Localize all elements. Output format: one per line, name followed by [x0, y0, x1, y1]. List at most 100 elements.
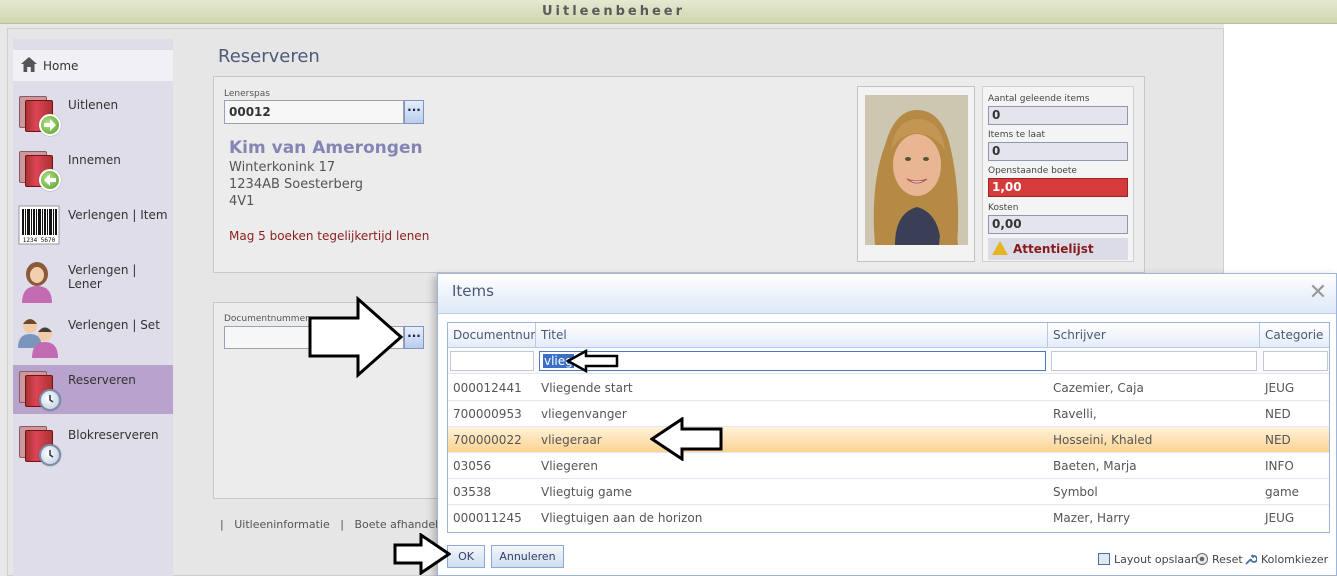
column-header-titel[interactable]: Titel — [536, 323, 1048, 348]
cell-documentnummer: 700000953 — [453, 407, 522, 421]
link-separator: | — [220, 518, 224, 531]
lener-address-line1: Winterkonink 17 — [229, 160, 336, 175]
table-row[interactable]: 03056 Vliegeren Baeten, Marja INFO — [448, 453, 1329, 479]
barcode-digits: 1234 5670 — [23, 237, 56, 244]
cell-documentnummer: 700000022 — [453, 433, 522, 447]
barcode-icon: 1234 5670 — [17, 204, 61, 246]
sidebar-item-label: Home — [43, 59, 79, 73]
cell-categorie: NED — [1265, 407, 1291, 421]
sidebar-item-verlengen-lener[interactable]: Verlengen | Lener — [13, 255, 173, 304]
lener-loan-note: Mag 5 boeken tegelijkertijd lenen — [229, 229, 430, 243]
sidebar-item-innemen[interactable]: Innemen — [13, 145, 173, 194]
annotation-arrow-right-icon — [308, 296, 404, 378]
book-clock-icon — [17, 424, 61, 466]
sidebar-item-reserveren[interactable]: Reserveren — [13, 365, 173, 414]
app-title-bar: Uitleenbeheer — [0, 0, 1337, 24]
sidebar-item-label: Reserveren — [68, 373, 136, 387]
cell-categorie: INFO — [1265, 459, 1294, 473]
sidebar-item-uitlenen[interactable]: Uitlenen — [13, 90, 173, 139]
sidebar-item-blokreserveren[interactable]: Blokreserveren — [13, 420, 173, 469]
items-dialog: Items ✕ Documentnummer Titel Schrijver C… — [437, 273, 1337, 576]
cell-categorie: game — [1265, 485, 1300, 499]
sidebar-item-label: Uitlenen — [68, 98, 119, 112]
cell-titel: Vliegtuigen aan de horizon — [541, 511, 703, 525]
cell-schrijver: Baeten, Marja — [1053, 459, 1137, 473]
app-title: Uitleenbeheer — [542, 4, 685, 19]
cell-documentnummer: 000012441 — [453, 381, 522, 395]
reset-button[interactable]: Reset — [1196, 553, 1243, 566]
openstaande-boete-value: 1,00 — [988, 178, 1128, 197]
sidebar-item-label: Verlengen | Lener — [68, 263, 137, 291]
close-icon[interactable]: ✕ — [1308, 282, 1328, 304]
uitleeninformatie-link[interactable]: Uitleeninformatie — [234, 518, 330, 531]
annuleren-button[interactable]: Annuleren — [491, 545, 564, 568]
layout-opslaan-label: Layout opslaan — [1114, 553, 1198, 566]
items-te-laat-value: 0 — [988, 142, 1128, 161]
annotation-arrow-left-icon — [566, 349, 619, 373]
cell-schrijver: Mazer, Harry — [1053, 511, 1131, 525]
ok-button[interactable]: OK — [447, 545, 485, 568]
items-te-laat-label: Items te laat — [988, 130, 1046, 140]
person-icon — [17, 259, 61, 303]
home-icon — [21, 57, 37, 72]
cell-categorie: JEUG — [1265, 511, 1295, 525]
filter-categorie-input[interactable] — [1263, 351, 1328, 371]
kolomkiezer-button[interactable]: Kolomkiezer — [1245, 553, 1328, 566]
aantal-geleend-label: Aantal geleende items — [988, 94, 1090, 104]
lener-address-line2: 1234AB Soesterberg — [229, 177, 364, 192]
table-row[interactable]: 700000953 vliegenvanger Ravelli, NED — [448, 401, 1329, 427]
grid-header: Documentnummer Titel Schrijver Categorie — [448, 323, 1329, 348]
aantal-geleend-value: 0 — [988, 106, 1128, 125]
sidebar-item-label: Innemen — [68, 153, 121, 167]
cell-categorie: JEUG — [1265, 381, 1295, 395]
sidebar-item-verlengen-set[interactable]: Verlengen | Set — [13, 310, 173, 359]
column-header-documentnummer[interactable]: Documentnummer — [448, 323, 536, 348]
attentielijst-button[interactable]: Attentielijst — [988, 238, 1128, 260]
documentnummer-lookup-button[interactable]: ··· — [404, 326, 424, 349]
table-row[interactable]: 000012441 Vliegende start Cazemier, Caja… — [448, 375, 1329, 401]
bottom-links: | Uitleeninformatie | Boete afhandelen | — [220, 518, 466, 531]
sidebar-item-label: Verlengen | Set — [68, 318, 160, 332]
cell-schrijver: Symbol — [1053, 485, 1098, 499]
dialog-title: Items — [452, 282, 494, 300]
table-row[interactable]: 03538 Vliegtuig game Symbol game — [448, 479, 1329, 505]
lener-photo — [865, 95, 968, 245]
table-row[interactable]: 000011245 Vliegtuigen aan de horizon Maz… — [448, 505, 1329, 531]
column-header-schrijver[interactable]: Schrijver — [1048, 323, 1260, 348]
kolomkiezer-label: Kolomkiezer — [1261, 553, 1329, 566]
table-row-selected[interactable]: 700000022 vliegeraar Hosseini, Khaled NE… — [448, 427, 1329, 453]
book-arrow-right-icon — [17, 94, 61, 136]
page-title: Reserveren — [218, 46, 320, 67]
warning-icon — [992, 241, 1008, 255]
book-clock-icon — [17, 369, 61, 411]
column-header-categorie[interactable]: Categorie — [1260, 323, 1331, 348]
kosten-label: Kosten — [988, 203, 1019, 213]
lenerspas-field[interactable]: 00012 — [224, 100, 404, 124]
layout-opslaan-button[interactable]: Layout opslaan — [1098, 553, 1198, 566]
lener-name: Kim van Amerongen — [229, 138, 423, 158]
kosten-value: 0,00 — [988, 215, 1128, 234]
cell-titel: Vliegtuig game — [541, 485, 632, 499]
cell-schrijver: Ravelli, — [1053, 407, 1097, 421]
openstaande-boete-label: Openstaande boete — [988, 166, 1077, 176]
reset-label: Reset — [1212, 553, 1243, 566]
reset-icon — [1196, 553, 1208, 565]
sidebar-item-label: Blokreserveren — [68, 428, 159, 442]
filter-documentnummer-input[interactable] — [450, 351, 534, 371]
cell-schrijver: Cazemier, Caja — [1053, 381, 1144, 395]
attentielijst-label: Attentielijst — [1013, 242, 1094, 256]
group-icon — [17, 314, 61, 358]
cell-titel: vliegeraar — [541, 433, 602, 447]
cell-documentnummer: 03538 — [453, 485, 492, 499]
sidebar-item-home[interactable]: Home — [13, 50, 173, 81]
cell-documentnummer: 03056 — [453, 459, 492, 473]
sidebar-item-label: Verlengen | Item — [68, 208, 168, 222]
sidebar-item-verlengen-item[interactable]: 1234 5670 Verlengen | Item — [13, 200, 173, 249]
book-arrow-left-icon — [17, 149, 61, 191]
cell-titel: Vliegende start — [541, 381, 633, 395]
wrench-icon — [1245, 554, 1257, 565]
filter-schrijver-input[interactable] — [1051, 351, 1257, 371]
layout-icon — [1098, 553, 1110, 565]
cell-documentnummer: 000011245 — [453, 511, 522, 525]
lenerspas-lookup-button[interactable]: ··· — [404, 100, 424, 124]
